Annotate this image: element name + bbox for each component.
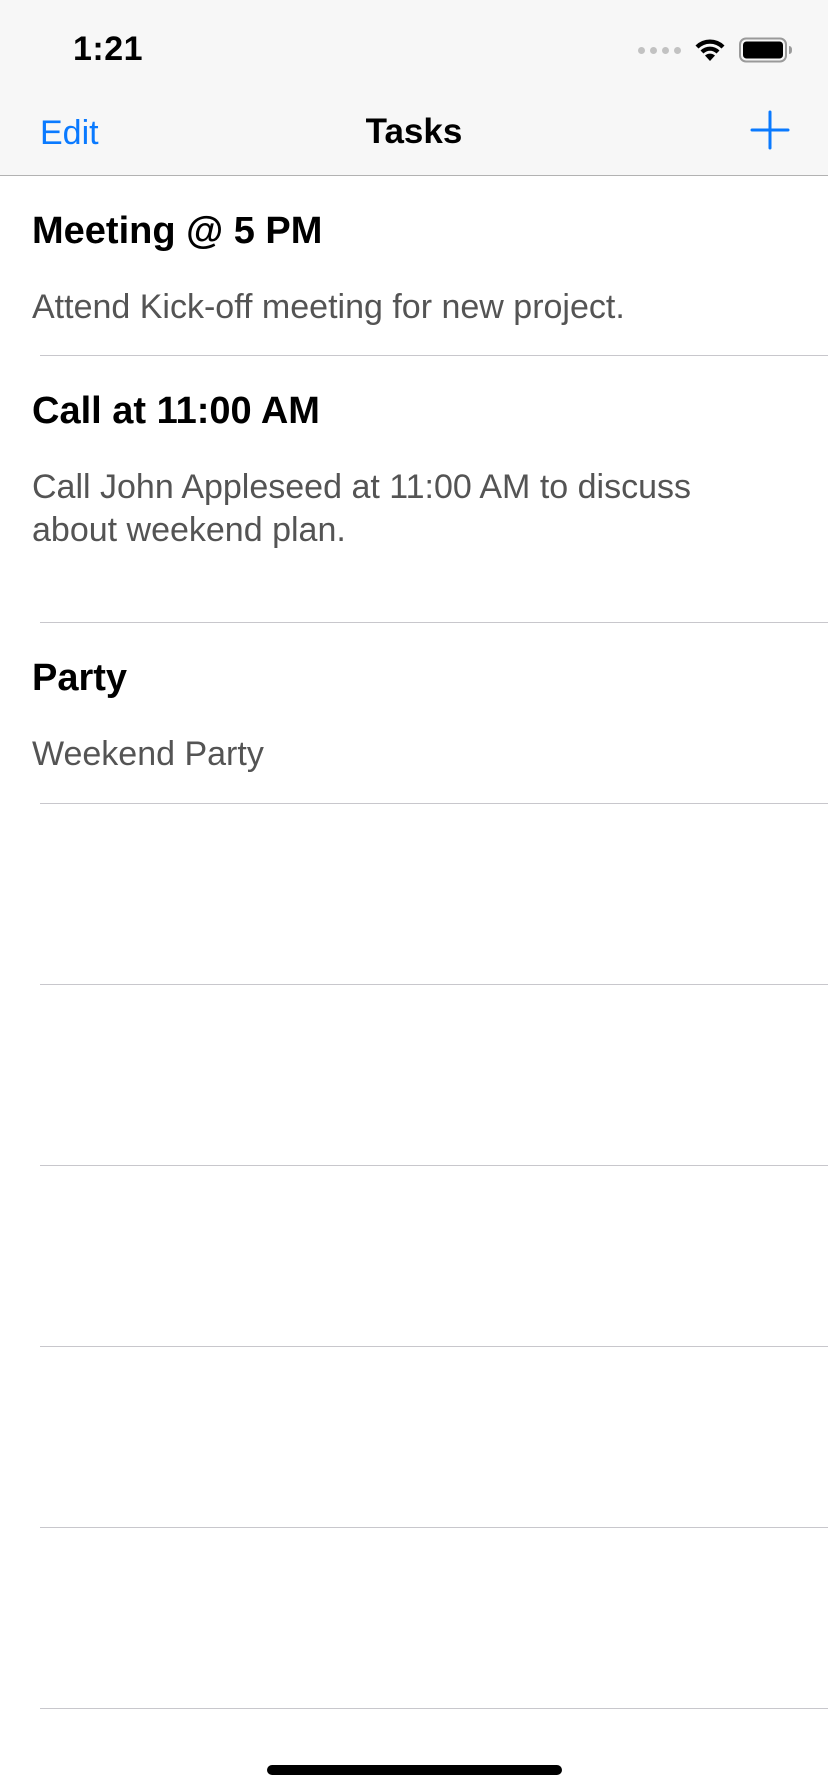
wifi-icon [695, 39, 725, 61]
status-bar: 1:21 [0, 0, 828, 100]
plus-icon[interactable] [748, 108, 792, 152]
task-title: Call at 11:00 AM [32, 390, 320, 432]
task-title: Party [32, 657, 128, 699]
empty-row [0, 1166, 828, 1347]
battery-icon [739, 37, 792, 63]
task-title: Meeting @ 5 PM [32, 210, 323, 252]
task-description: Attend Kick-off meeting for new project. [32, 288, 625, 326]
task-row[interactable]: Call at 11:00 AM Call John Appleseed at … [0, 356, 828, 623]
empty-row [0, 1347, 828, 1528]
task-description: Call John Appleseed at 11:00 AM to discu… [32, 468, 691, 549]
task-row[interactable]: Party Weekend Party [0, 623, 828, 804]
home-indicator[interactable] [267, 1765, 562, 1775]
edit-button[interactable]: Edit [40, 114, 99, 153]
status-icons [638, 36, 793, 64]
task-row[interactable]: Meeting @ 5 PM Attend Kick-off meeting f… [0, 176, 828, 356]
navigation-bar: Edit Tasks [0, 100, 828, 176]
status-time: 1:21 [73, 30, 144, 68]
task-list: Meeting @ 5 PM Attend Kick-off meeting f… [0, 176, 828, 1709]
page-title: Tasks [365, 112, 463, 151]
task-description: Weekend Party [32, 735, 264, 773]
cellular-signal-icon [638, 46, 681, 54]
empty-row [0, 804, 828, 985]
empty-row [0, 1528, 828, 1709]
empty-row [0, 985, 828, 1166]
